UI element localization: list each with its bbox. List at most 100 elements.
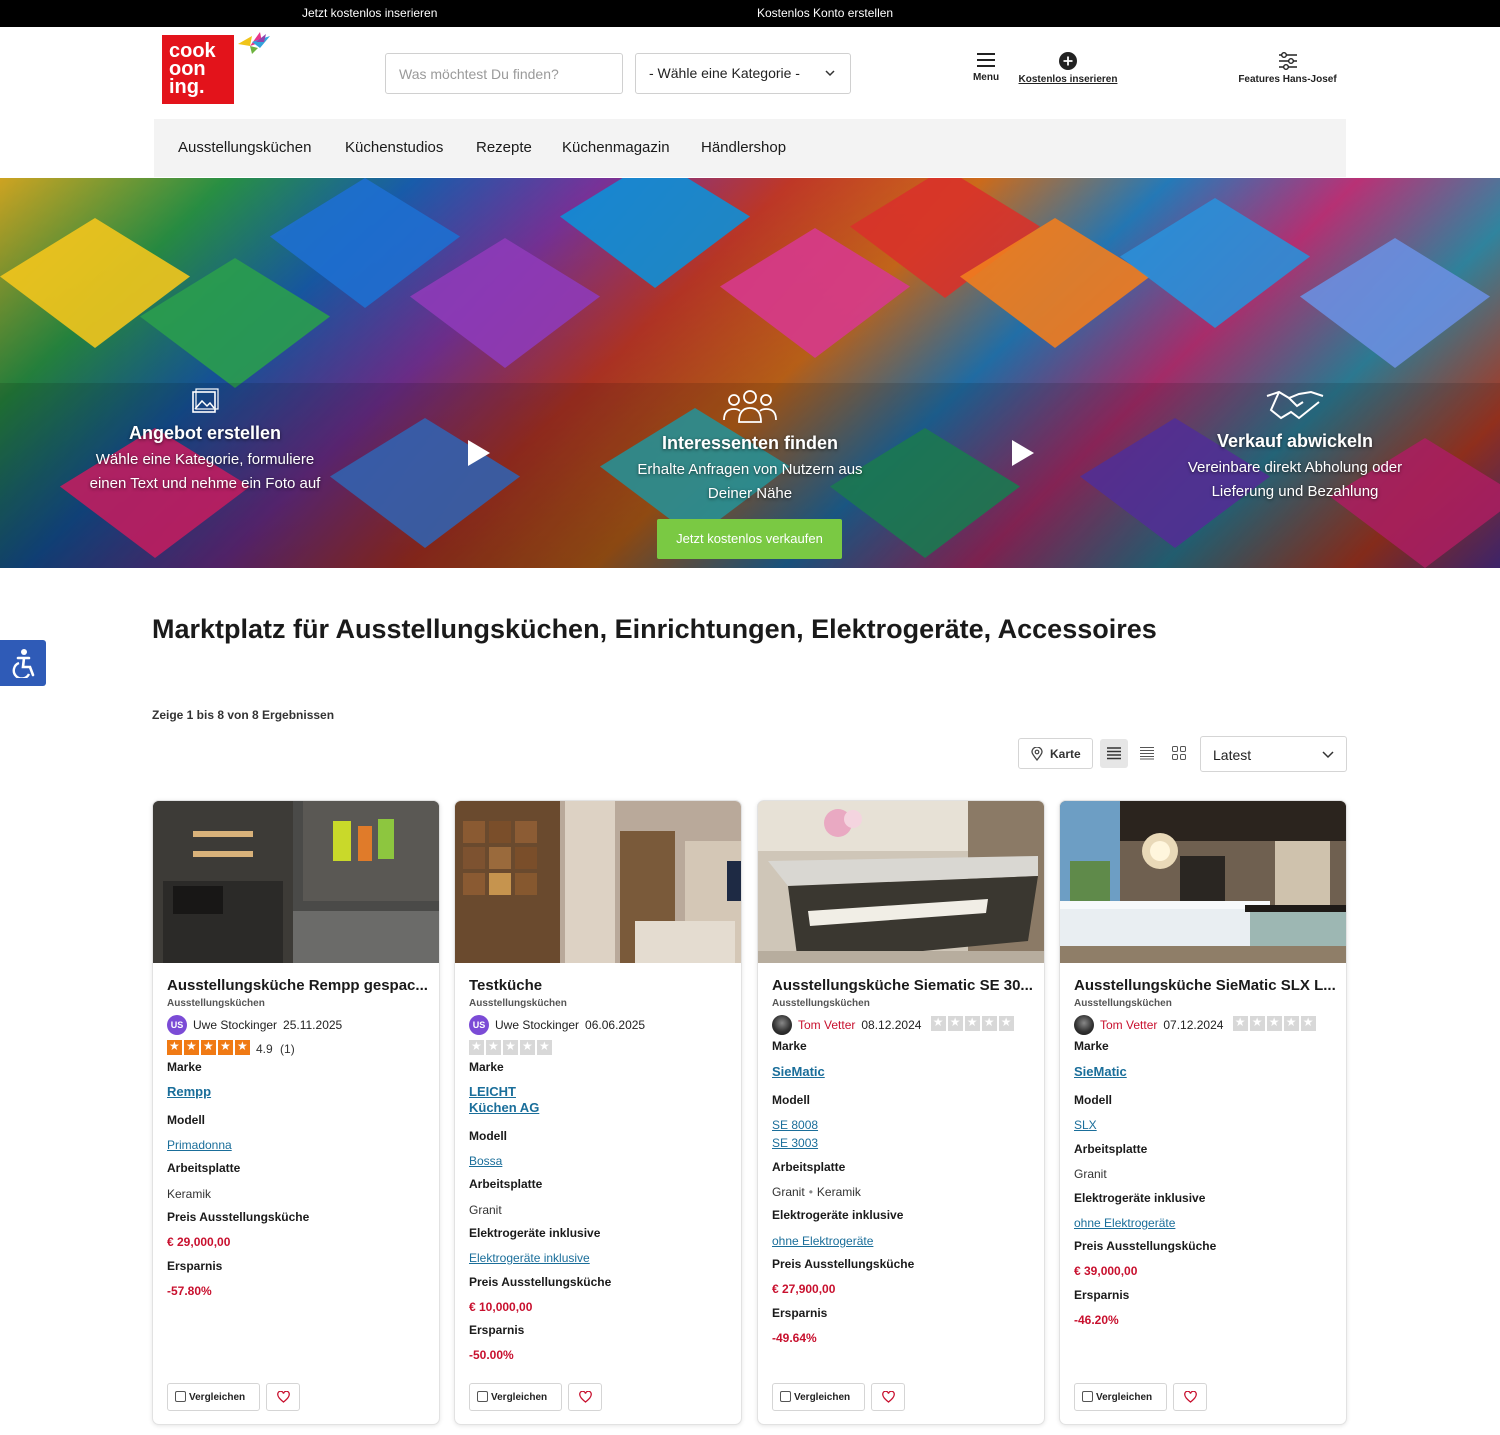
- listing-title[interactable]: Ausstellungsküche Rempp gespac...: [167, 977, 429, 994]
- listing-date: 07.12.2024: [1163, 1018, 1224, 1032]
- worktop-value: Granit: [1074, 1167, 1107, 1181]
- listing-title[interactable]: Testküche: [469, 977, 731, 994]
- map-button[interactable]: Karte: [1018, 738, 1093, 769]
- model-link[interactable]: SE 3003: [772, 1136, 818, 1150]
- step-desc: Deiner Nähe: [707, 485, 793, 502]
- savings-value: -50.00%: [469, 1348, 514, 1362]
- model-link[interactable]: SLX: [1074, 1118, 1097, 1132]
- listing-image[interactable]: [455, 801, 742, 963]
- brand-link[interactable]: SieMatic: [1074, 1064, 1127, 1080]
- star-icon: [930, 1015, 946, 1031]
- brand-link[interactable]: Rempp: [167, 1084, 211, 1100]
- listing-card[interactable]: Ausstellungsküche Siematic SE 30... Auss…: [757, 800, 1045, 1425]
- hero-tent: [1300, 238, 1490, 368]
- play-arrow-icon: [468, 440, 490, 466]
- listing-image[interactable]: [153, 801, 440, 963]
- grid-view-button[interactable]: [1165, 739, 1193, 768]
- listing-image[interactable]: [758, 801, 1045, 963]
- hamburger-icon: [977, 53, 995, 67]
- seller-name[interactable]: Tom Vetter: [798, 1018, 855, 1032]
- nav-item-dealer-shop[interactable]: Händlershop: [701, 139, 786, 156]
- star-rating: [469, 1039, 554, 1058]
- listing-date: 25.11.2025: [283, 1018, 343, 1032]
- compare-checkbox[interactable]: Vergleichen: [1074, 1383, 1167, 1411]
- nav-item-recipes[interactable]: Rezepte: [476, 139, 532, 156]
- list-view-button[interactable]: [1100, 739, 1128, 768]
- worktop-label: Arbeitsplatte: [167, 1161, 241, 1175]
- seller-info: Tom Vetter 07.12.2024: [1074, 1015, 1318, 1035]
- favorite-button[interactable]: [568, 1383, 602, 1411]
- compare-label: Vergleichen: [189, 1392, 246, 1403]
- seller-name[interactable]: Tom Vetter: [1100, 1018, 1157, 1032]
- accessibility-button[interactable]: [0, 640, 46, 686]
- star-icon: [469, 1039, 484, 1055]
- hero-tent: [560, 178, 750, 288]
- insert-free-button[interactable]: Kostenlos inserieren: [1015, 52, 1121, 85]
- checkbox-icon: [175, 1391, 186, 1402]
- price-value: € 29,000,00: [167, 1235, 231, 1249]
- appliances-label: Elektrogeräte inklusive: [469, 1226, 601, 1240]
- favorite-button[interactable]: [1173, 1383, 1207, 1411]
- menu-button[interactable]: Menu: [968, 52, 1004, 83]
- model-link[interactable]: SE 8008: [772, 1118, 818, 1132]
- sort-select[interactable]: Latest: [1200, 736, 1347, 772]
- favorite-button[interactable]: [266, 1383, 300, 1411]
- separator-dot: •: [808, 1185, 813, 1199]
- listing-image[interactable]: [1060, 801, 1347, 963]
- checkbox-icon: [780, 1391, 791, 1402]
- compare-checkbox[interactable]: Vergleichen: [772, 1383, 865, 1411]
- worktop-label: Arbeitsplatte: [469, 1177, 543, 1191]
- step-title: Interessenten finden: [661, 433, 839, 453]
- create-account-link[interactable]: Kostenlos Konto erstellen: [757, 6, 893, 20]
- seller-name[interactable]: Uwe Stockinger: [193, 1018, 277, 1032]
- worktop-label: Arbeitsplatte: [1074, 1142, 1148, 1156]
- sell-free-button[interactable]: Jetzt kostenlos verkaufen: [657, 519, 842, 559]
- checkbox-icon: [477, 1391, 488, 1402]
- appliances-link[interactable]: ohne Elektrogeräte: [772, 1234, 873, 1248]
- brand-line: Küchen AG: [469, 1100, 540, 1115]
- hero-banner: Angebot erstellen Wähle eine Kategorie, …: [0, 178, 1500, 568]
- compare-checkbox[interactable]: Vergleichen: [167, 1383, 260, 1411]
- worktop-value: Granit: [469, 1203, 502, 1217]
- step-create-offer: Angebot erstellen Wähle eine Kategorie, …: [70, 388, 340, 496]
- nav-item-showroom-kitchens[interactable]: Ausstellungsküchen: [178, 139, 311, 156]
- site-logo[interactable]: cook oon ing.: [162, 35, 234, 104]
- compare-checkbox[interactable]: Vergleichen: [469, 1383, 562, 1411]
- appliances-link[interactable]: ohne Elektrogeräte: [1074, 1216, 1175, 1230]
- seller-info: US Uwe Stockinger 06.06.2025: [469, 1015, 645, 1035]
- seller-info: US Uwe Stockinger 25.11.2025: [167, 1015, 342, 1035]
- category-select-value: - Wähle eine Kategorie -: [649, 65, 800, 81]
- worktop-item: Granit: [772, 1185, 805, 1199]
- listing-title[interactable]: Ausstellungsküche SieMatic SLX L...: [1074, 977, 1336, 994]
- brand-line: LEICHT: [469, 1084, 516, 1099]
- favorite-button[interactable]: [871, 1383, 905, 1411]
- star-icon: [964, 1015, 980, 1031]
- search-input[interactable]: [385, 53, 623, 94]
- price-value: € 10,000,00: [469, 1300, 533, 1314]
- model-link[interactable]: Primadonna: [167, 1138, 232, 1152]
- price-label: Preis Ausstellungsküche: [1074, 1239, 1217, 1253]
- appliances-label: Elektrogeräte inklusive: [1074, 1191, 1206, 1205]
- seller-name[interactable]: Uwe Stockinger: [495, 1018, 579, 1032]
- model-label: Modell: [167, 1113, 205, 1127]
- listing-card[interactable]: Testküche Ausstellungsküchen US Uwe Stock…: [454, 800, 742, 1425]
- listing-card[interactable]: Ausstellungsküche Rempp gespac... Ausste…: [152, 800, 440, 1425]
- price-label: Preis Ausstellungsküche: [167, 1210, 310, 1224]
- model-link[interactable]: Bossa: [469, 1154, 502, 1168]
- listing-card[interactable]: Ausstellungsküche SieMatic SLX L... Auss…: [1059, 800, 1347, 1425]
- nav-item-kitchen-studios[interactable]: Küchenstudios: [345, 139, 443, 156]
- image-icon: [192, 388, 219, 413]
- category-select[interactable]: - Wähle eine Kategorie -: [635, 53, 851, 94]
- brand-link[interactable]: LEICHT Küchen AG: [469, 1084, 539, 1116]
- nav-item-kitchen-magazine[interactable]: Küchenmagazin: [562, 139, 670, 156]
- compact-list-view-button[interactable]: [1133, 739, 1161, 768]
- features-button[interactable]: Features Hans-Josef: [1230, 52, 1345, 85]
- listing-date: 08.12.2024: [861, 1018, 922, 1032]
- worktop-label: Arbeitsplatte: [772, 1160, 846, 1174]
- post-free-link[interactable]: Jetzt kostenlos inserieren: [302, 6, 437, 20]
- listing-title[interactable]: Ausstellungsküche Siematic SE 30...: [772, 977, 1034, 994]
- brand-link[interactable]: SieMatic: [772, 1064, 825, 1080]
- star-icon: [1232, 1015, 1248, 1031]
- appliances-link[interactable]: Elektrogeräte inklusive: [469, 1251, 590, 1265]
- compare-label: Vergleichen: [794, 1392, 851, 1403]
